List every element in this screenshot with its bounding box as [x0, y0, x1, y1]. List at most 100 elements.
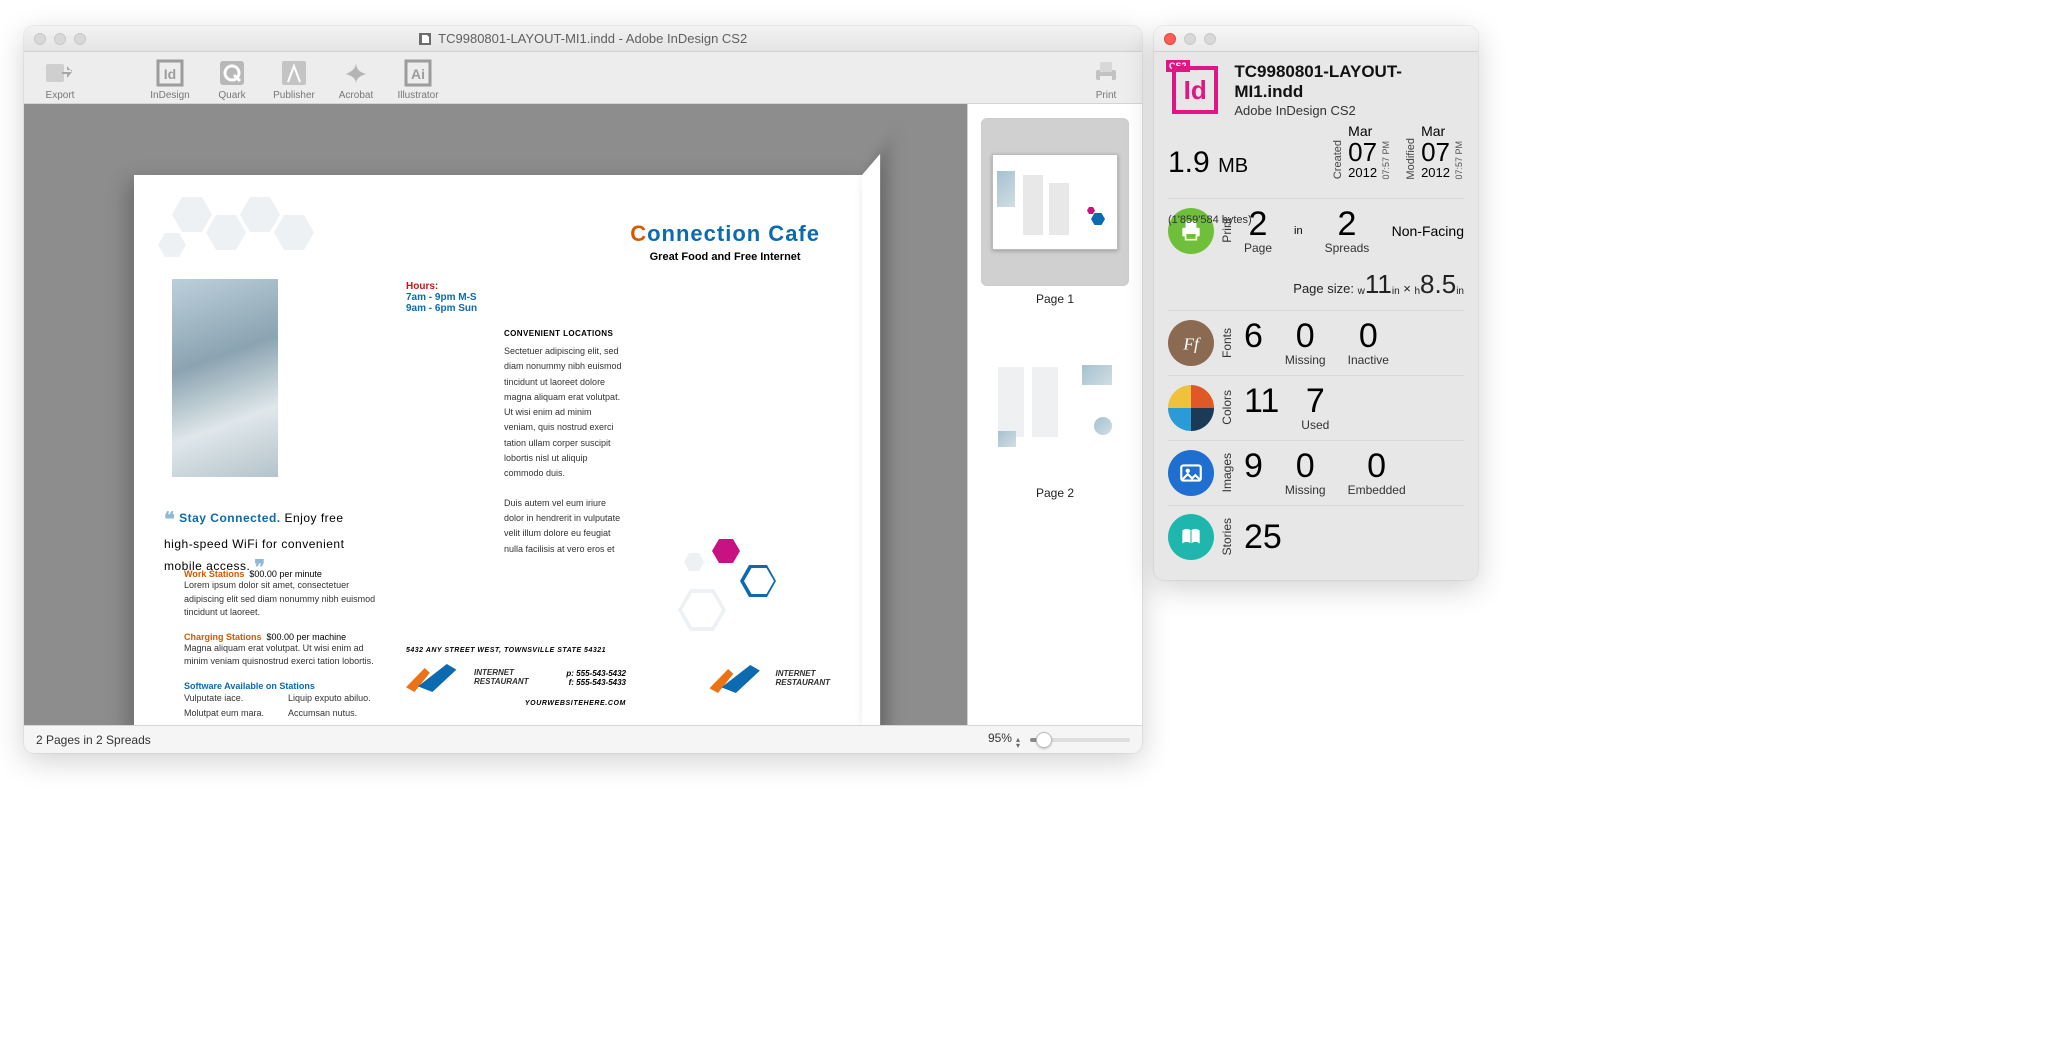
svg-text:Id: Id	[164, 66, 176, 82]
locations-head: CONVENIENT LOCATIONS	[504, 329, 624, 338]
zoom-value: 95%▴▾	[988, 731, 1020, 749]
main-window: TC9980801-LAYOUT-MI1.indd - Adobe InDesi…	[24, 26, 1142, 753]
export-icon	[44, 58, 76, 88]
page-fold	[862, 154, 880, 725]
hex-icon	[158, 233, 186, 257]
info-filename: TC9980801-LAYOUT-MI1.indd	[1234, 62, 1464, 102]
export-label: Export	[46, 90, 75, 101]
indesign-button[interactable]: Id InDesign	[146, 58, 194, 101]
stat-colors: Colors 11 7Used	[1168, 375, 1464, 440]
work-body: Lorem ipsum dolor sit amet, consectetuer…	[184, 579, 384, 620]
hours-label: Hours:	[406, 281, 477, 292]
footer-contacts: p: 555-543-5432 f: 555-543-5433	[566, 669, 626, 687]
stat-print: Print 2Page in 2Spreads Non-Facing	[1168, 198, 1464, 263]
logo-text: INTERNETRESTAURANT	[474, 669, 529, 687]
window-title: TC9980801-LAYOUT-MI1.indd - Adobe InDesi…	[24, 31, 1142, 46]
zoom-slider[interactable]	[1030, 738, 1130, 742]
colors-icon	[1168, 385, 1214, 431]
svg-text:Ff: Ff	[1182, 334, 1201, 353]
toolbar: Export Id InDesign Quark Publisher	[24, 52, 1142, 103]
titlebar: TC9980801-LAYOUT-MI1.indd - Adobe InDesi…	[24, 26, 1142, 52]
hero-photo	[172, 279, 278, 477]
indesign-label: InDesign	[150, 90, 189, 101]
print-button[interactable]: Print	[1082, 58, 1130, 101]
page-size: Page size: w11in × h8.5in	[1168, 263, 1464, 310]
close-dot[interactable]	[1164, 33, 1176, 45]
page-thumb-2[interactable]: Page 2	[981, 330, 1129, 500]
soft-cols: Vulputate iace.Molutpat eum mara. Liquip…	[184, 691, 384, 722]
document-page: Connection Cafe Great Food and Free Inte…	[134, 175, 876, 725]
hex-icon	[240, 197, 280, 232]
publisher-button[interactable]: Publisher	[270, 58, 318, 101]
print-icon	[1090, 58, 1122, 88]
fonts-icon: Ff	[1168, 320, 1214, 366]
modified-label: Modified	[1405, 138, 1417, 180]
pages-panel: Page 1 Page 2	[968, 104, 1142, 725]
status-pages: 2 Pages in 2 Spreads	[36, 733, 151, 747]
soft-label: Software Available on Stations	[184, 681, 384, 691]
minimize-dot[interactable]	[1184, 33, 1196, 45]
thumb-label: Page 1	[1036, 292, 1074, 306]
stat-fonts: Ff Fonts 6 0Missing 0Inactive	[1168, 310, 1464, 375]
hex-icon	[712, 539, 740, 563]
modified-date: Mar 07 2012	[1421, 124, 1450, 180]
publisher-icon	[278, 58, 310, 88]
acrobat-icon	[340, 58, 372, 88]
quote-open-icon: ❝	[164, 509, 175, 531]
footer-addr: 5432 ANY STREET WEST, TOWNSVILLE STATE 5…	[406, 647, 626, 654]
hex-icon	[274, 215, 314, 250]
info-app: Adobe InDesign CS2	[1234, 103, 1464, 118]
acrobat-label: Acrobat	[339, 90, 373, 101]
quark-icon	[216, 58, 248, 88]
quark-button[interactable]: Quark	[208, 58, 256, 101]
indesign-icon: Id	[154, 58, 186, 88]
fonts-label: Fonts	[1220, 328, 1234, 358]
stories-label: Stories	[1220, 518, 1234, 555]
page-thumb-1[interactable]: Page 1	[981, 118, 1129, 306]
indesign-file-icon: CS2	[1168, 62, 1222, 118]
created-label: Created	[1332, 140, 1344, 179]
brand-title: Connection Cafe	[630, 221, 820, 247]
hex-icon	[684, 553, 704, 571]
locations-body2: Duis autem vel eum iriure dolor in hendr…	[504, 496, 624, 557]
charge-row: Charging Stations $00.00 per machine	[184, 632, 384, 642]
illustrator-label: Illustrator	[397, 90, 438, 101]
brand-subtitle: Great Food and Free Internet	[630, 251, 820, 263]
charge-body: Magna aliquam erat volutpat. Ut wisi eni…	[184, 642, 384, 669]
locations-body: Sectetuer adipiscing elit, sed diam nonu…	[504, 344, 624, 482]
images-label: Images	[1220, 453, 1234, 492]
info-size: 1.9 MB	[1168, 146, 1248, 179]
logo-icon	[406, 664, 464, 692]
print-stat-label: Print	[1220, 218, 1234, 243]
images-icon	[1168, 450, 1214, 496]
hours-line: 9am - 6pm Sun	[406, 303, 477, 314]
zoom-knob[interactable]	[1036, 732, 1052, 748]
quark-label: Quark	[218, 90, 245, 101]
svg-text:Ai: Ai	[411, 66, 425, 82]
in-label: in	[1294, 225, 1303, 237]
created-date: Mar 07 2012	[1348, 124, 1377, 180]
modified-time: 07:57 PM	[1454, 141, 1464, 180]
stories-icon	[1168, 514, 1214, 560]
zoom-stepper[interactable]: ▴▾	[1016, 737, 1020, 749]
thumb-label: Page 2	[1036, 486, 1074, 500]
content-area: Connection Cafe Great Food and Free Inte…	[24, 103, 1142, 725]
acrobat-button[interactable]: Acrobat	[332, 58, 380, 101]
print-label: Print	[1096, 90, 1117, 101]
facing-label: Non-Facing	[1392, 223, 1464, 239]
statusbar: 2 Pages in 2 Spreads 95%▴▾	[24, 725, 1142, 753]
info-window: CS2 TC9980801-LAYOUT-MI1.indd Adobe InDe…	[1154, 26, 1478, 580]
canvas[interactable]: Connection Cafe Great Food and Free Inte…	[24, 104, 968, 725]
stat-images: Images 9 0Missing 0Embedded	[1168, 440, 1464, 505]
zoom-dot[interactable]	[1204, 33, 1216, 45]
work-row: Work Stations $00.00 per minute	[184, 569, 384, 579]
hex-icon	[206, 215, 246, 250]
export-button[interactable]: Export	[36, 58, 84, 101]
colors-label: Colors	[1220, 390, 1234, 425]
hours-line: 7am - 9pm M-S	[406, 292, 477, 303]
illustrator-button[interactable]: Ai Illustrator	[394, 58, 442, 101]
hex-icon	[172, 197, 212, 232]
stat-stories: Stories 25	[1168, 505, 1464, 568]
illustrator-icon: Ai	[402, 58, 434, 88]
info-titlebar	[1154, 26, 1478, 52]
